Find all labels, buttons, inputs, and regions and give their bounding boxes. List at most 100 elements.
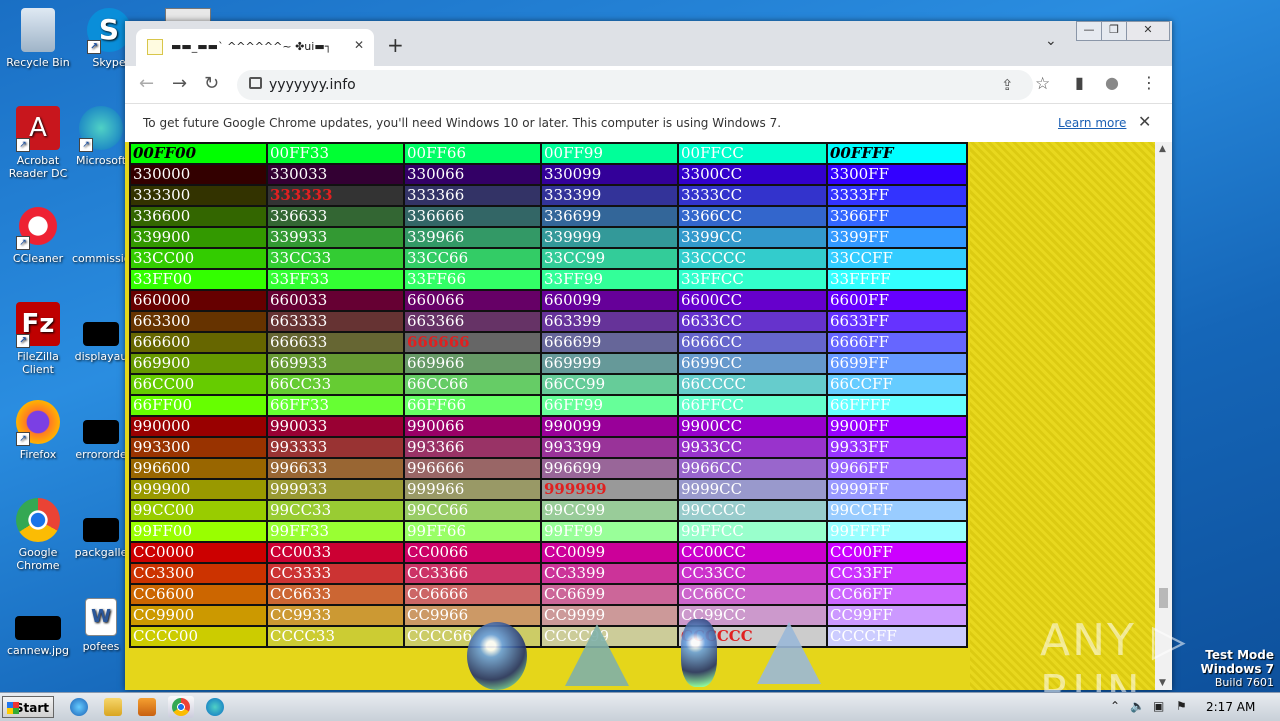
start-button[interactable]: Start [2, 696, 54, 718]
glass-cylinder-image [681, 619, 717, 687]
table-row: CC0000 CC0033 CC0066 CC0099 CC00CC CC00FF [129, 541, 968, 564]
color-cell: CC3399 [540, 562, 679, 585]
table-row: 333300 333333 333366 333399 3333CC 3333FF [129, 184, 968, 207]
chrome-taskbar-button[interactable] [168, 696, 194, 718]
color-cell: CC3300 [129, 562, 268, 585]
color-cell: 993333 [266, 436, 405, 459]
color-cell: 33CCFF [826, 247, 968, 270]
learn-more-link[interactable]: Learn more [1058, 116, 1126, 130]
file-explorer-icon[interactable] [104, 698, 122, 716]
color-cell: 33CCCC [677, 247, 828, 270]
color-cell: 99CC33 [266, 499, 405, 522]
network-icon[interactable]: ▣ [1153, 699, 1164, 713]
color-cell: 66CC33 [266, 373, 405, 396]
color-cell: 333333 [266, 184, 405, 207]
color-cell: 00FF00 [129, 142, 268, 165]
desktop-icon-pofees[interactable]: W pofees [72, 598, 130, 653]
desktop-icon-chrome[interactable]: Google Chrome [0, 498, 76, 572]
color-cell: 9966FF [826, 457, 968, 480]
favicon-icon [147, 39, 163, 55]
color-cell: 9999FF [826, 478, 968, 501]
table-row: CCCC00 CCCC33 CCCC66 CCCC99 CCCCCC CCCCFF [129, 625, 968, 648]
desktop-icon-filezilla[interactable]: Fz ↗ FileZilla Client [0, 302, 76, 376]
color-cell: CC6633 [266, 583, 405, 606]
desktop-icon-commissio[interactable]: commissio [72, 204, 131, 265]
desktop-icon-packgalle[interactable]: packgalle [72, 518, 130, 559]
color-cell: 999933 [266, 478, 405, 501]
page-content: 00FF00 00FF33 00FF66 00FF99 00FFCC 00FFFF 3300… [125, 142, 1155, 690]
desktop-icon-firefox[interactable]: ↗ Firefox [0, 400, 76, 461]
desktop-icon-displayau[interactable]: displayau [72, 322, 130, 363]
color-cell: 339966 [403, 226, 542, 249]
color-cell: 996633 [266, 457, 405, 480]
scroll-up-arrow-icon[interactable]: ▲ [1159, 144, 1166, 154]
color-cell: 993399 [540, 436, 679, 459]
color-cell: CCCC33 [266, 625, 405, 648]
minimize-button[interactable]: — [1076, 21, 1102, 41]
new-tab-button[interactable]: + [387, 33, 404, 57]
file-icon [165, 8, 211, 22]
desktop-icon-ccleaner[interactable]: ↗ CCleaner [0, 204, 76, 265]
color-table: 00FF00 00FF33 00FF66 00FF99 00FFCC 00FFFF 3300… [129, 142, 968, 648]
color-cell: 660000 [129, 289, 268, 312]
forward-button[interactable]: → [172, 73, 187, 94]
infobar-close-icon[interactable]: ✕ [1138, 112, 1151, 131]
color-cell: 99FF33 [266, 520, 405, 543]
color-cell: 3300FF [826, 163, 968, 186]
share-icon[interactable]: ⇪ [1001, 76, 1014, 94]
color-cell: 330033 [266, 163, 405, 186]
restore-button[interactable]: ❐ [1101, 21, 1127, 41]
table-row: 999900 999933 999966 999999 9999CC 9999FF [129, 478, 968, 501]
color-cell: 663300 [129, 310, 268, 333]
color-cell: 9900FF [826, 415, 968, 438]
page-scrollbar[interactable]: ▲ ▼ [1155, 142, 1172, 690]
color-cell: 66CCFF [826, 373, 968, 396]
table-row: 99FF00 99FF33 99FF66 99FF99 99FFCC 99FFFF [129, 520, 968, 543]
desktop-icon-recycle-bin[interactable]: Recycle Bin [0, 8, 76, 69]
test-mode-label: Test Mode Windows 7 Build 7601 [1200, 648, 1274, 689]
table-row: 339900 339933 339966 339999 3399CC 3399FF [129, 226, 968, 249]
close-window-button[interactable]: ✕ [1126, 21, 1170, 41]
color-cell: 990033 [266, 415, 405, 438]
color-cell: 99CCCC [677, 499, 828, 522]
profile-avatar-icon[interactable]: ● [1105, 73, 1119, 92]
clock[interactable]: 2:17 AM [1206, 700, 1255, 714]
color-cell: CC6600 [129, 583, 268, 606]
desktop-icon-edge[interactable]: ↗ Microsoft [72, 106, 130, 167]
side-panel-icon[interactable]: ▮ [1075, 73, 1084, 92]
color-cell: 996699 [540, 457, 679, 480]
color-cell: 66FFCC [677, 394, 828, 417]
desktop-icon-errororde[interactable]: errororde [72, 420, 130, 461]
desktop-icon-acrobat[interactable]: A ↗ Acrobat Reader DC [0, 106, 76, 180]
bookmark-star-icon[interactable]: ☆ [1035, 74, 1050, 94]
color-cell: 666633 [266, 331, 405, 354]
color-cell: 9900CC [677, 415, 828, 438]
tab-strip: ▬▬_▬▬` ^^^^^^~ ✤ui▬┐ ✕ + ⌄ — ❐ ✕ [125, 21, 1172, 66]
color-cell: CC6666 [403, 583, 542, 606]
address-bar[interactable]: yyyyyyy.info ⇪ ☆ [237, 70, 1050, 100]
tab-search-button[interactable]: ⌄ [1045, 33, 1057, 49]
reload-button[interactable]: ↻ [204, 73, 219, 94]
tab-close-icon[interactable]: ✕ [354, 38, 364, 52]
volume-icon[interactable]: 🔈 [1130, 699, 1145, 713]
action-center-flag-icon[interactable]: ⚑ [1176, 699, 1187, 713]
scrollbar-thumb[interactable] [1159, 588, 1168, 608]
internet-explorer-icon[interactable] [70, 698, 88, 716]
desktop-icon-cannew[interactable]: cannew.jpg [0, 616, 76, 657]
chrome-icon [172, 698, 190, 716]
recycle-bin-icon [21, 8, 55, 52]
file-icon [79, 204, 123, 248]
back-button[interactable]: ← [139, 73, 154, 94]
table-row: 993300 993333 993366 993399 9933CC 9933FF [129, 436, 968, 459]
chrome-menu-icon[interactable]: ⋮ [1141, 73, 1157, 92]
color-cell: 669900 [129, 352, 268, 375]
show-hidden-icons-icon[interactable]: ⌃ [1110, 699, 1120, 713]
color-cell: CC0099 [540, 541, 679, 564]
edge-icon[interactable] [206, 698, 224, 716]
color-cell: 9999CC [677, 478, 828, 501]
table-row: 990000 990033 990066 990099 9900CC 9900FF [129, 415, 968, 438]
color-cell: 999900 [129, 478, 268, 501]
media-player-icon[interactable] [138, 698, 156, 716]
browser-tab[interactable]: ▬▬_▬▬` ^^^^^^~ ✤ui▬┐ ✕ [136, 29, 374, 66]
color-cell: 66FF00 [129, 394, 268, 417]
